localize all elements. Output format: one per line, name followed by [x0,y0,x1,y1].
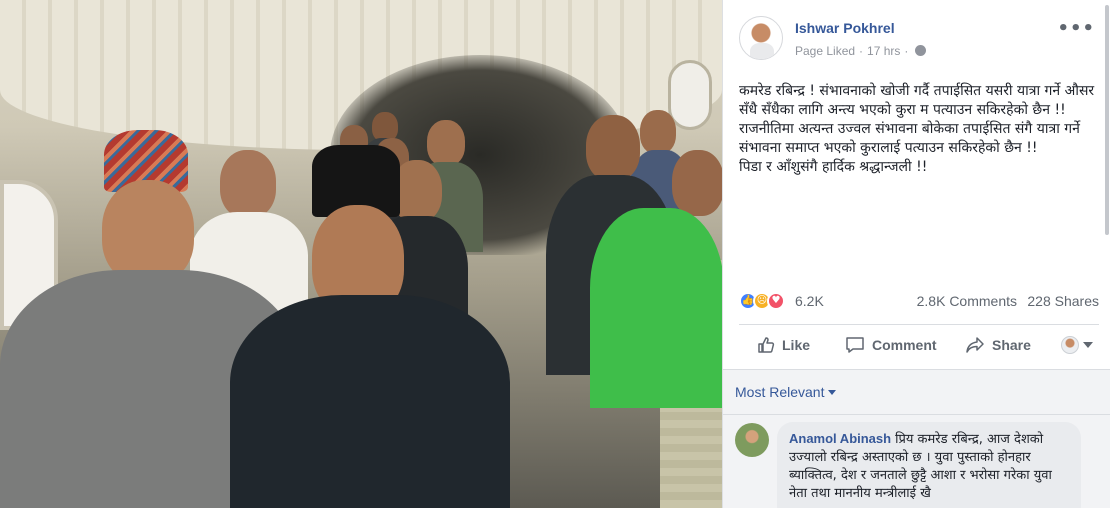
commenter-avatar[interactable] [735,423,769,457]
reactions-summary: 👍 ☹ ♥ 6.2K 2.8K Comments 228 Shares [739,290,1099,314]
author-avatar[interactable] [739,16,783,60]
comment-label: Comment [872,337,937,353]
comment-count[interactable]: 2.8K Comments [917,293,1017,309]
post-body-text: कमरेड रबिन्द्र ! संभावनाको खोजी गर्दै तप… [739,83,1095,175]
post-header: Ishwar Pokhrel Page Liked · 17 hrs · ••• [739,14,1099,64]
divider [723,414,1110,415]
comment-sort-label: Most Relevant [735,384,825,400]
author-name[interactable]: Ishwar Pokhrel [795,20,895,36]
share-button[interactable]: Share [965,336,1031,354]
share-arrow-icon [966,337,984,353]
divider [739,324,1099,325]
thumbs-up-icon [758,337,775,353]
comment-sort-dropdown[interactable]: Most Relevant [735,384,837,400]
globe-icon[interactable] [915,45,927,56]
more-options-icon[interactable]: ••• [1057,18,1095,39]
cabin-window-right [668,60,712,130]
comment-icon [846,337,864,353]
like-label: Like [782,337,811,353]
reaction-icons[interactable]: 👍 ☹ ♥ [739,292,795,312]
post-meta: Page Liked · 17 hrs · [795,44,927,58]
like-button[interactable]: Like [757,336,810,354]
love-reaction-icon: ♥ [767,292,785,310]
post-time[interactable]: 17 hrs [867,44,900,58]
viewer-avatar [1061,336,1079,354]
scrollbar[interactable] [1105,5,1109,235]
share-count[interactable]: 228 Shares [1027,293,1099,309]
reaction-count[interactable]: 6.2K [795,293,824,309]
comment-button[interactable]: Comment [845,336,937,354]
post-actions: Like Comment Share [739,328,1099,364]
audience-selector[interactable] [1061,336,1093,354]
comment-item: Anamol Abinash प्रिय कमरेड रबिन्द्र, आज द… [777,422,1081,508]
share-label: Share [992,337,1031,353]
chevron-down-icon [828,390,837,395]
meta-separator: · [859,44,864,58]
post-photo[interactable] [0,0,722,508]
chevron-down-icon [1083,342,1093,348]
page-liked-status[interactable]: Page Liked [795,44,855,58]
meta-separator: · [904,44,909,58]
commenter-name[interactable]: Anamol Abinash [789,431,891,446]
comments-section: Most Relevant Anamol Abinash प्रिय कमरेड … [723,5,1110,508]
post-panel: Ishwar Pokhrel Page Liked · 17 hrs · ••• कम… [722,0,1110,508]
